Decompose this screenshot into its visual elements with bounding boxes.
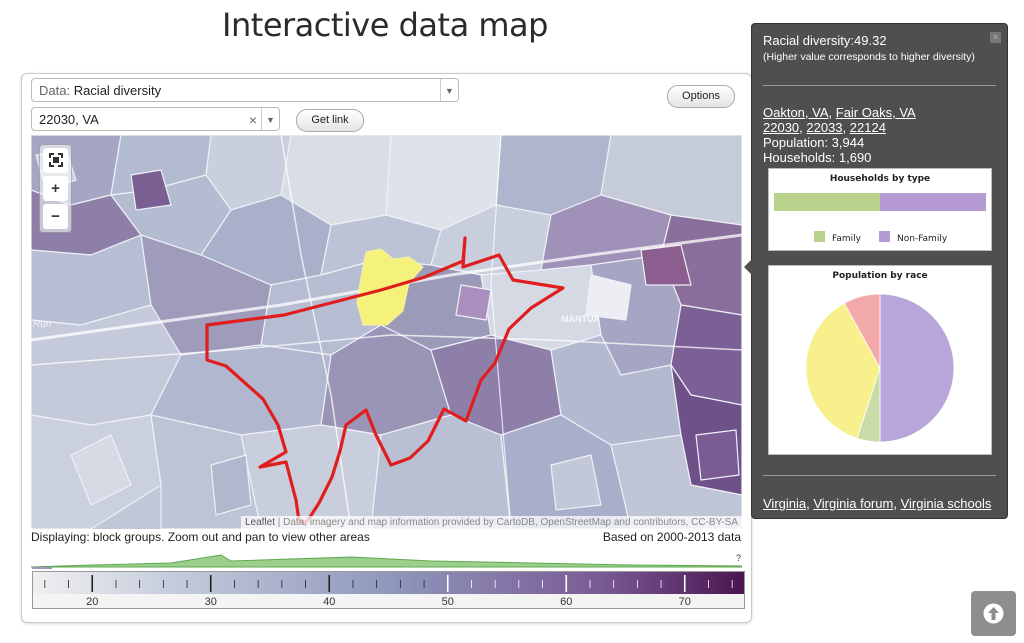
leaflet-link[interactable]: Leaflet bbox=[245, 517, 275, 528]
legend-swatch bbox=[879, 231, 890, 242]
legend-label: Non-Family bbox=[897, 234, 948, 244]
get-link-button[interactable]: Get link bbox=[296, 109, 364, 132]
scale-tick-label: 40 bbox=[323, 596, 335, 608]
histogram-marker: ? bbox=[736, 553, 741, 563]
chevron-down-icon[interactable]: ▼ bbox=[261, 108, 279, 130]
divider bbox=[763, 475, 996, 476]
chevron-down-icon[interactable]: ▼ bbox=[440, 79, 458, 101]
scale-tick-label: 30 bbox=[205, 596, 217, 608]
color-scale: 20 30 40 50 60 70 bbox=[33, 572, 744, 608]
zip-link-22030[interactable]: 22030 bbox=[763, 120, 799, 135]
info-popup: × Racial diversity:49.32 (Higher value c… bbox=[744, 23, 1008, 519]
zoom-in-button[interactable]: + bbox=[43, 176, 68, 201]
popup-pointer bbox=[744, 259, 752, 275]
population-value: Population: 3,944 bbox=[763, 135, 865, 150]
location-select[interactable]: 22030, VA × ▼ bbox=[31, 107, 280, 131]
scale-tick-label: 70 bbox=[679, 596, 691, 608]
bottom-links: Virginia, Virginia forum, Virginia schoo… bbox=[763, 496, 992, 511]
display-status: Displaying: block groups. Zoom out and p… bbox=[31, 530, 370, 544]
scroll-top-button[interactable] bbox=[971, 591, 1016, 636]
link-virginia-forum[interactable]: Virginia forum bbox=[813, 496, 893, 511]
place-link-oakton[interactable]: Oakton, VA bbox=[763, 105, 829, 120]
households-chart: Households by type Family Non-Family bbox=[768, 168, 992, 251]
options-button[interactable]: Options bbox=[667, 85, 735, 108]
map-attribution: Leaflet | Data, imagery and map informat… bbox=[240, 516, 742, 529]
scale-tick-label: 50 bbox=[442, 596, 454, 608]
legend-swatch bbox=[814, 231, 825, 242]
zoom-out-button[interactable]: − bbox=[43, 204, 68, 229]
place-link-fair-oaks[interactable]: Fair Oaks, VA bbox=[836, 105, 916, 120]
link-virginia[interactable]: Virginia bbox=[763, 496, 806, 511]
households-bar-segment bbox=[880, 193, 986, 211]
race-pie bbox=[805, 293, 955, 443]
color-scale-legend[interactable]: 20 30 40 50 60 70 bbox=[32, 571, 745, 609]
fullscreen-icon[interactable] bbox=[43, 148, 68, 173]
page-title: Interactive data map bbox=[222, 6, 548, 44]
scale-tick-label: 20 bbox=[86, 596, 98, 608]
data-years: Based on 2000-2013 data bbox=[602, 530, 741, 544]
households-bar: Family Non-Family bbox=[774, 193, 986, 244]
divider bbox=[763, 85, 996, 86]
distribution-histogram: ? bbox=[31, 553, 742, 569]
place-info: Oakton, VA, Fair Oaks, VA 22030, 22033, … bbox=[763, 105, 916, 165]
legend-label: Family bbox=[832, 234, 862, 244]
link-virginia-schools[interactable]: Virginia schools bbox=[901, 496, 992, 511]
households-bar-segment bbox=[774, 193, 880, 211]
map-panel: Data: Racial diversity ▼ 22030, VA × ▼ G… bbox=[21, 73, 752, 623]
race-chart: Population by race bbox=[768, 265, 992, 455]
pie-slice bbox=[879, 293, 955, 443]
road-label-run: Run bbox=[33, 319, 52, 330]
zoom-control: + − bbox=[39, 144, 72, 233]
close-icon[interactable]: × bbox=[990, 32, 1001, 43]
data-select-prefix: Data: bbox=[39, 83, 74, 98]
households-chart-title: Households by type bbox=[829, 174, 931, 184]
map-regions bbox=[31, 135, 742, 529]
clear-icon[interactable]: × bbox=[249, 108, 257, 132]
arrow-up-icon bbox=[983, 603, 1004, 624]
attribution-text: | Data, imagery and map information prov… bbox=[274, 517, 738, 528]
map-canvas[interactable]: MANTUA Run + − Leaflet | Data, imagery a… bbox=[31, 135, 742, 529]
zip-link-22033[interactable]: 22033 bbox=[806, 120, 842, 135]
location-value: 22030, VA bbox=[39, 112, 99, 127]
metric-note: (Higher value corresponds to higher dive… bbox=[763, 51, 975, 63]
data-select[interactable]: Data: Racial diversity ▼ bbox=[31, 78, 459, 102]
households-value: Households: 1,690 bbox=[763, 150, 872, 165]
road-label-mantua: MANTUA bbox=[561, 314, 600, 324]
choropleth-map: MANTUA Run bbox=[31, 135, 742, 529]
zip-link-22124[interactable]: 22124 bbox=[850, 120, 886, 135]
scale-tick-label: 60 bbox=[560, 596, 572, 608]
data-select-value: Racial diversity bbox=[73, 83, 162, 98]
race-chart-title: Population by race bbox=[832, 271, 928, 281]
metric-value: Racial diversity:49.32 bbox=[763, 33, 887, 48]
